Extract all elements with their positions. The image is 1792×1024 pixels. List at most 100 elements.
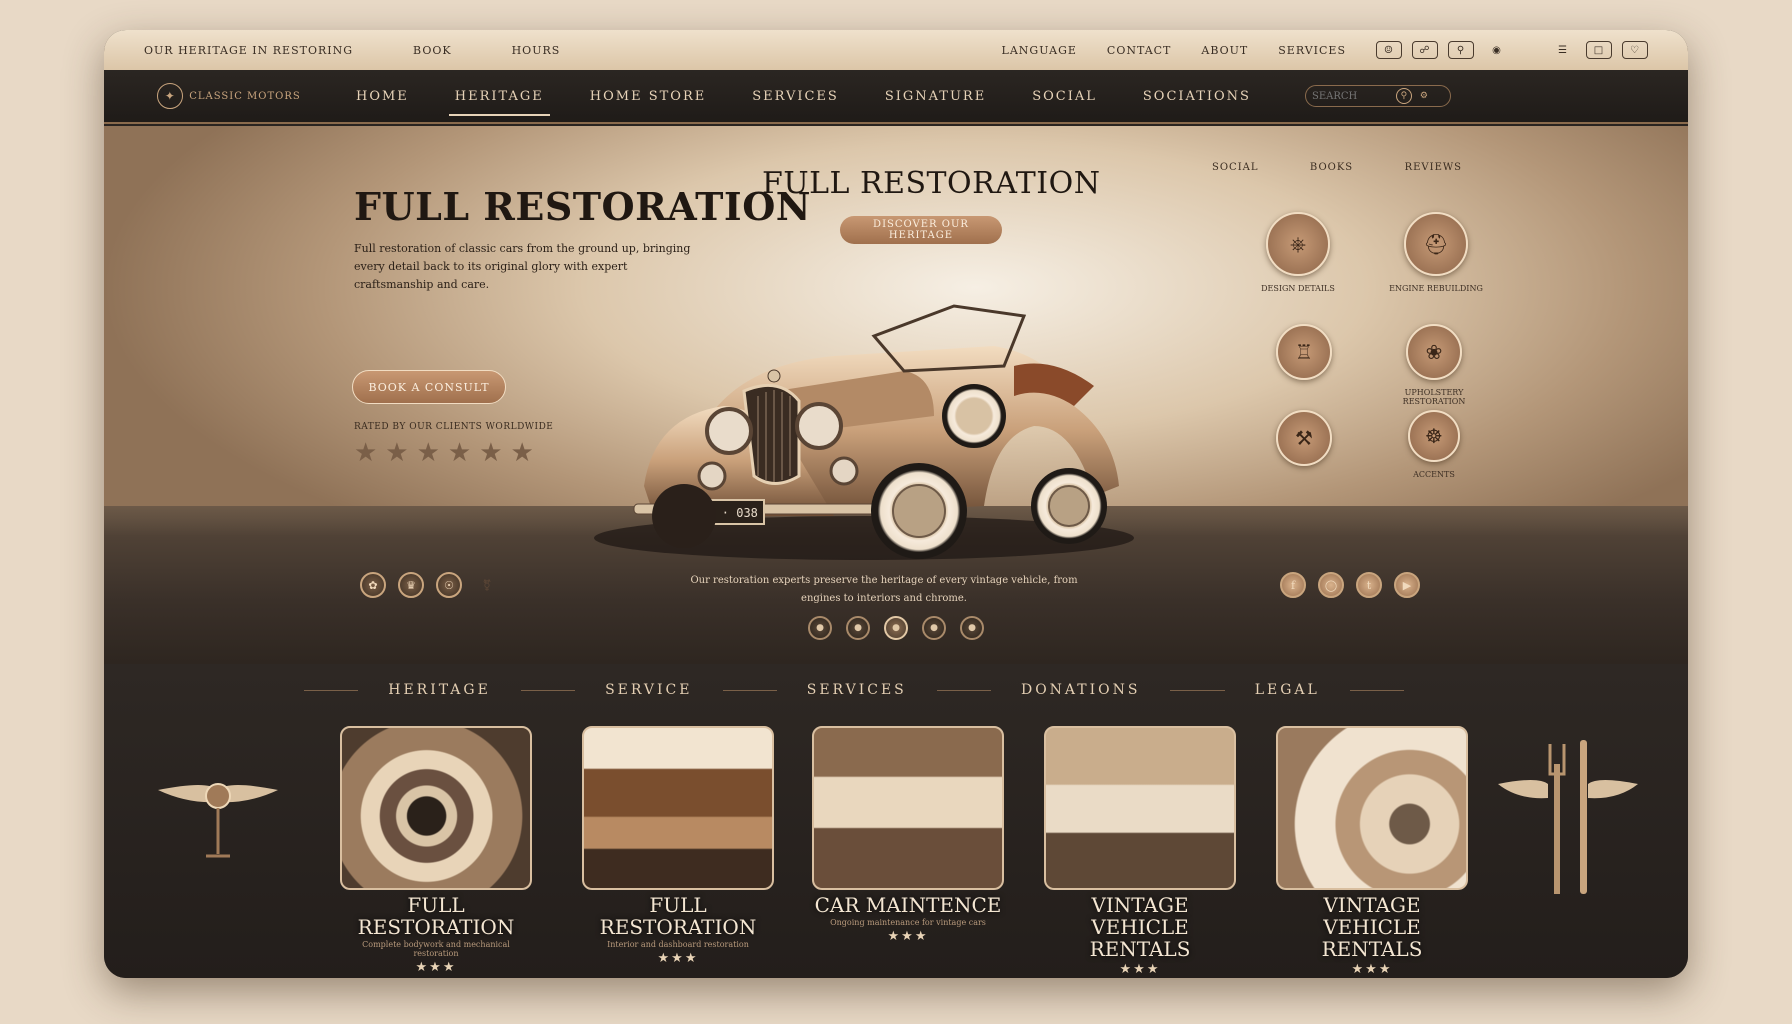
feature-label: UPHOLSTERY RESTORATION xyxy=(1402,388,1466,406)
header-heritage[interactable]: HERITAGE xyxy=(358,682,521,698)
nav-item-heritage[interactable]: HERITAGE xyxy=(448,83,550,116)
card-rating: ★★★ xyxy=(1351,962,1393,977)
browser-frame: OUR HERITAGE IN RESTORING BOOK HOURS LAN… xyxy=(104,30,1688,978)
header-divider xyxy=(304,689,359,691)
slider-dots: ● ● ● ● ● xyxy=(808,616,998,640)
discover-button[interactable]: DISCOVER OUR HERITAGE xyxy=(840,216,1002,244)
service-card-3[interactable]: CAR MAINTENCE Ongoing maintenance for vi… xyxy=(812,726,1004,944)
rental-car-image xyxy=(1044,726,1236,890)
nav-item-home[interactable]: HOME xyxy=(354,83,411,110)
social-label[interactable]: SOCIAL xyxy=(1212,162,1259,173)
service-card-1[interactable]: FULL RESTORATION Complete bodywork and m… xyxy=(340,726,532,975)
util-hours-link[interactable]: HOURS xyxy=(512,44,561,57)
header-service[interactable]: SERVICE xyxy=(575,682,722,698)
service-card-4[interactable]: VINTAGE VEHICLE RENTALS ★★★ xyxy=(1044,726,1236,977)
youtube-icon[interactable]: ▶ xyxy=(1394,572,1420,598)
card-title: VINTAGE VEHICLE RENTALS xyxy=(1089,893,1191,961)
slider-dot-1[interactable]: ● xyxy=(808,616,832,640)
site-logo[interactable]: ✦ CLASSIC MOTORS xyxy=(104,69,354,123)
nav-item-sociations[interactable]: SOCIATIONS xyxy=(1141,83,1253,110)
slider-dot-2[interactable]: ● xyxy=(846,616,870,640)
rating-stars: ★★★★★★ xyxy=(354,438,542,468)
badge-icon: ❀ xyxy=(1406,324,1462,380)
utility-bar: OUR HERITAGE IN RESTORING BOOK HOURS LAN… xyxy=(104,30,1688,70)
medal-icon[interactable]: ✿ xyxy=(360,572,386,598)
feature-accents[interactable]: ☸ ACCENTS xyxy=(1374,410,1494,479)
social-labels: SOCIAL BOOKS REVIEWS xyxy=(1212,162,1462,173)
slider-dot-5[interactable]: ● xyxy=(960,616,984,640)
seat-icon: ♖ xyxy=(1276,324,1332,380)
hero-title-secondary: FULL RESTORATION xyxy=(762,166,1101,201)
search-icon[interactable]: ⚲ xyxy=(1395,88,1412,104)
feature-engine-rebuilding[interactable]: ⛑ ENGINE REBUILDING xyxy=(1376,212,1496,293)
header-divider xyxy=(520,689,576,691)
header-divider xyxy=(936,689,991,691)
pin-icon[interactable]: ⚲ xyxy=(1448,41,1474,59)
facebook-icon[interactable]: f xyxy=(1280,572,1306,598)
services-headers: HERITAGE SERVICE SERVICES DONATIONS LEGA… xyxy=(304,682,1405,698)
card-subtitle: Complete bodywork and mechanical restora… xyxy=(362,940,510,958)
books-label[interactable]: BOOKS xyxy=(1310,162,1353,173)
helmet-icon: ⛑ xyxy=(1404,212,1468,276)
util-heritage-link[interactable]: OUR HERITAGE IN RESTORING xyxy=(144,44,353,57)
service-card-5[interactable]: VINTAGE VEHICLE RENTALS ★★★ xyxy=(1276,726,1468,977)
service-card-2[interactable]: FULL RESTORATION Interior and dashboard … xyxy=(582,726,774,966)
feature-label: ENGINE REBUILDING xyxy=(1389,284,1483,293)
feature-seat[interactable]: ♖ xyxy=(1244,324,1364,388)
feature-label: ACCENTS xyxy=(1413,470,1455,479)
util-services-link[interactable]: SERVICES xyxy=(1278,44,1346,57)
cart-icon[interactable]: ☍ xyxy=(1412,41,1438,59)
hubcap-image xyxy=(340,726,532,890)
hero-icons-left: ✿ ♛ ☉ ⚧ xyxy=(360,572,512,598)
nav-items: HOME HERITAGE HOME STORE SERVICES SIGNAT… xyxy=(354,83,1295,116)
steering-icon: ⎈ xyxy=(1266,212,1330,276)
nav-item-social[interactable]: SOCIAL xyxy=(1030,83,1099,110)
gauge-icon[interactable]: ☉ xyxy=(436,572,462,598)
rental-wheel-image xyxy=(1276,726,1468,890)
feature-tools[interactable]: ⚒ xyxy=(1244,410,1364,474)
nav-item-services[interactable]: SERVICES xyxy=(750,83,841,110)
vintage-car-image: 97 · 038 xyxy=(594,304,1134,560)
menu-icon[interactable]: ☰ xyxy=(1550,41,1576,59)
trophy-icon[interactable]: ♛ xyxy=(398,572,424,598)
feature-label: DESIGN DETAILS xyxy=(1261,284,1335,293)
hero-section: FULL RESTORATION FULL RESTORATION DISCOV… xyxy=(104,126,1688,664)
card-rating: ★★★ xyxy=(657,951,699,966)
heart-icon[interactable]: ♡ xyxy=(1622,41,1648,59)
slider-dot-3[interactable]: ● xyxy=(884,616,908,640)
instagram-icon[interactable]: ◯ xyxy=(1318,572,1344,598)
logo-text: CLASSIC MOTORS xyxy=(189,90,301,102)
slider-dot-4[interactable]: ● xyxy=(922,616,946,640)
globe-icon[interactable]: ◉ xyxy=(1484,41,1510,59)
header-services[interactable]: SERVICES xyxy=(777,682,937,698)
user-icon[interactable]: ☺ xyxy=(1376,41,1402,59)
chat-icon[interactable]: □ xyxy=(1586,41,1612,59)
search-input[interactable] xyxy=(1311,90,1392,102)
feature-design-details[interactable]: ⎈ DESIGN DETAILS xyxy=(1238,212,1358,293)
book-consult-button[interactable]: BOOK A CONSULT xyxy=(352,370,506,404)
card-title: VINTAGE VEHICLE RENTALS xyxy=(1321,893,1423,961)
dashboard-image xyxy=(582,726,774,890)
tool-icon: ⚒ xyxy=(1276,410,1332,466)
twitter-icon[interactable]: t xyxy=(1356,572,1382,598)
nav-item-home-store[interactable]: HOME STORE xyxy=(588,83,708,110)
util-language-link[interactable]: LANGUAGE xyxy=(1002,44,1077,57)
wheel-icon: ☸ xyxy=(1408,410,1460,462)
key-icon[interactable]: ⚧ xyxy=(474,572,500,598)
maintenance-car-image xyxy=(812,726,1004,890)
util-about-link[interactable]: ABOUT xyxy=(1201,44,1248,57)
header-divider xyxy=(1170,689,1225,691)
header-divider xyxy=(722,689,777,691)
settings-icon[interactable]: ⚙ xyxy=(1416,88,1432,104)
nav-search-box[interactable]: ⚲ ⚙ xyxy=(1304,85,1451,107)
header-donations[interactable]: DONATIONS xyxy=(991,682,1170,698)
card-title: FULL RESTORATION xyxy=(599,893,757,939)
reviews-label[interactable]: REVIEWS xyxy=(1405,162,1462,173)
util-contact-link[interactable]: CONTACT xyxy=(1107,44,1172,57)
header-legal[interactable]: LEGAL xyxy=(1225,682,1350,698)
util-book-link[interactable]: BOOK xyxy=(413,44,452,57)
nav-item-signature[interactable]: SIGNATURE xyxy=(883,83,988,110)
hero-caption: Our restoration experts preserve the her… xyxy=(690,575,1078,604)
feature-upholstery[interactable]: ❀ UPHOLSTERY RESTORATION xyxy=(1374,324,1494,406)
services-section: HERITAGE SERVICE SERVICES DONATIONS LEGA… xyxy=(104,664,1688,978)
